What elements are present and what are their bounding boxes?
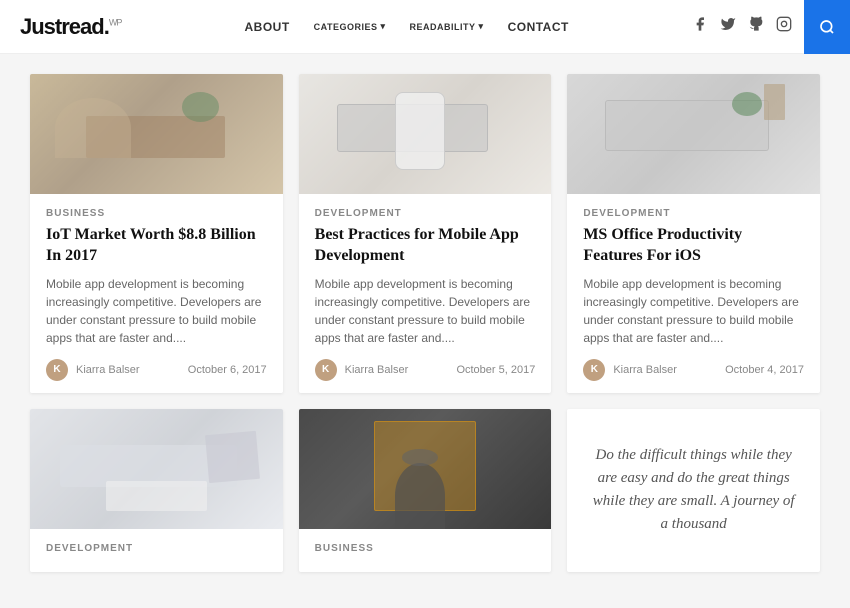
card-category-1: BUSINESS [46, 208, 267, 219]
article-card-3: DEVELOPMENT MS Office Productivity Featu… [567, 74, 820, 393]
card-image-4 [30, 409, 283, 529]
card-title-1: IoT Market Worth $8.8 Billion In 2017 [46, 225, 267, 267]
card-grid-row2: DEVELOPMENT BUSINESS Do the difficult th… [30, 409, 820, 572]
quote-card: Do the difficult things while they are e… [567, 409, 820, 572]
chevron-down-icon: ▾ [479, 21, 484, 32]
card-excerpt-2: Mobile app development is becoming incre… [315, 275, 536, 347]
card-title-3: MS Office Productivity Features For iOS [583, 225, 804, 267]
card-category-2: DEVELOPMENT [315, 208, 536, 219]
article-card-1: BUSINESS IoT Market Worth $8.8 Billion I… [30, 74, 283, 393]
card-body-2: DEVELOPMENT Best Practices for Mobile Ap… [299, 194, 552, 393]
quote-text: Do the difficult things while they are e… [587, 444, 800, 537]
author-name-1: Kiarra Balser [76, 364, 140, 376]
facebook-icon[interactable] [692, 16, 708, 37]
twitter-icon[interactable] [720, 16, 736, 37]
card-body-1: BUSINESS IoT Market Worth $8.8 Billion I… [30, 194, 283, 393]
nav-contact[interactable]: CONTACT [508, 20, 569, 34]
avatar-2: K [315, 359, 337, 381]
card-excerpt-3: Mobile app development is becoming incre… [583, 275, 804, 347]
card-meta-1: K Kiarra Balser October 6, 2017 [46, 359, 267, 381]
card-image-1 [30, 74, 283, 194]
card-image-5 [299, 409, 552, 529]
card-category-3: DEVELOPMENT [583, 208, 804, 219]
article-card-4: DEVELOPMENT [30, 409, 283, 572]
github-icon[interactable] [748, 16, 764, 37]
card-excerpt-1: Mobile app development is becoming incre… [46, 275, 267, 347]
nav-readability[interactable]: READABILITY ▾ [410, 21, 484, 32]
author-name-3: Kiarra Balser [613, 364, 677, 376]
instagram-icon[interactable] [776, 16, 792, 37]
card-body-5: BUSINESS [299, 529, 552, 572]
author-name-2: Kiarra Balser [345, 364, 409, 376]
card-body-4: DEVELOPMENT [30, 529, 283, 572]
card-grid-row1: BUSINESS IoT Market Worth $8.8 Billion I… [30, 74, 820, 393]
chevron-down-icon: ▾ [381, 21, 386, 32]
nav-about[interactable]: ABOUT [244, 20, 289, 34]
search-button[interactable] [804, 0, 850, 54]
site-header: Justread.WP ABOUT CATEGORIES ▾ READABILI… [0, 0, 850, 54]
article-card-2: DEVELOPMENT Best Practices for Mobile Ap… [299, 74, 552, 393]
card-category-4: DEVELOPMENT [46, 543, 267, 554]
avatar-1: K [46, 359, 68, 381]
main-nav: ABOUT CATEGORIES ▾ READABILITY ▾ CONTACT [244, 20, 568, 34]
avatar-3: K [583, 359, 605, 381]
card-image-3 [567, 74, 820, 194]
nav-categories[interactable]: CATEGORIES ▾ [314, 21, 386, 32]
card-body-3: DEVELOPMENT MS Office Productivity Featu… [567, 194, 820, 393]
card-date-1: October 6, 2017 [188, 364, 267, 376]
card-image-2 [299, 74, 552, 194]
card-date-3: October 4, 2017 [725, 364, 804, 376]
article-card-5: BUSINESS [299, 409, 552, 572]
card-date-2: October 5, 2017 [456, 364, 535, 376]
site-logo[interactable]: Justread.WP [20, 14, 121, 40]
card-category-5: BUSINESS [315, 543, 536, 554]
header-social-icons [692, 0, 830, 54]
card-meta-3: K Kiarra Balser October 4, 2017 [583, 359, 804, 381]
card-title-2: Best Practices for Mobile App Developmen… [315, 225, 536, 267]
main-content: BUSINESS IoT Market Worth $8.8 Billion I… [0, 54, 850, 608]
card-meta-2: K Kiarra Balser October 5, 2017 [315, 359, 536, 381]
